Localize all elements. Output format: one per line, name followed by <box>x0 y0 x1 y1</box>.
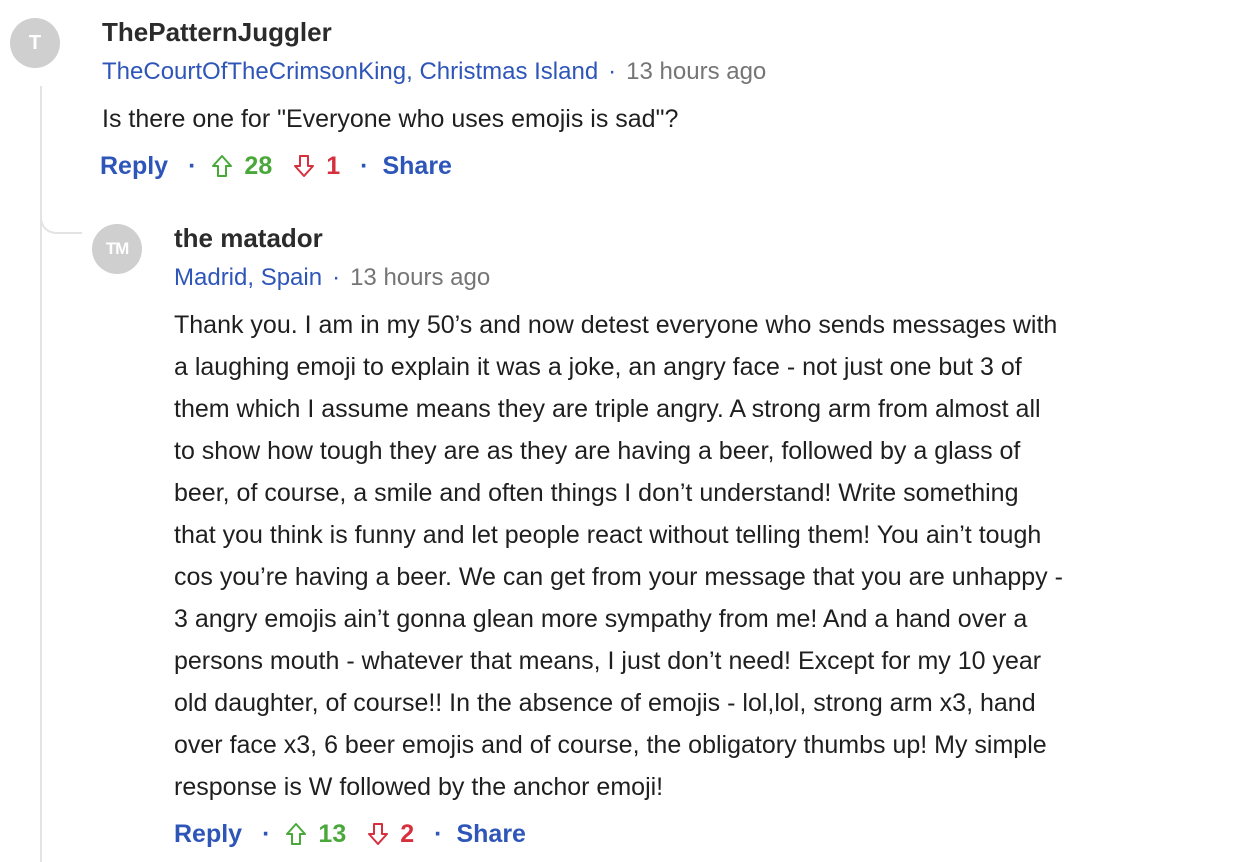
comment-text-line: that you think is funny and let people r… <box>174 521 1042 549</box>
action-separator: · <box>188 152 197 180</box>
reply-connector <box>40 190 82 234</box>
comment-meta: Madrid, Spain · 13 hours ago <box>174 258 1236 298</box>
comment-text-line: to show how tough they are as they are h… <box>174 437 1021 465</box>
author-location[interactable]: TheCourtOfTheCrimsonKing, Christmas Isla… <box>102 58 598 85</box>
share-button[interactable]: Share <box>382 146 451 186</box>
comment-text-line: response is W followed by the anchor emo… <box>174 773 664 801</box>
avatar[interactable]: TM <box>92 224 142 274</box>
upvote-button[interactable]: 28 <box>210 146 272 186</box>
downvote-count: 2 <box>400 820 415 848</box>
arrow-down-icon <box>294 155 315 177</box>
author-name[interactable]: ThePatternJuggler <box>102 12 902 52</box>
action-separator: · <box>262 820 271 848</box>
comment-text-line: persons mouth - whatever that means, I j… <box>174 647 1042 675</box>
comment-body: ThePatternJuggler TheCourtOfTheCrimsonKi… <box>100 12 902 186</box>
comment-text-line: beer, of course, a smile and often thing… <box>174 479 1019 507</box>
comment-text-line: Is there one for "Everyone who uses emoj… <box>102 105 679 133</box>
upvote-count: 13 <box>318 820 347 848</box>
author-location[interactable]: Madrid, Spain <box>174 264 322 291</box>
comment-text: Is there one for "Everyone who uses emoj… <box>102 98 902 140</box>
comment-meta: TheCourtOfTheCrimsonKing, Christmas Isla… <box>102 52 902 92</box>
arrow-down-icon <box>368 823 389 845</box>
downvote-count: 1 <box>326 152 341 180</box>
comment-actions: Reply · 13 2 · Share <box>174 814 1236 854</box>
timestamp: 13 hours ago <box>626 58 767 85</box>
meta-separator: · <box>332 264 341 291</box>
comment-text: Thank you. I am in my 50’s and now detes… <box>174 304 1236 808</box>
comment-body: the matador Madrid, Spain · 13 hours ago T… <box>174 218 1236 854</box>
comment-text-line: Thank you. I am in my 50’s and now detes… <box>174 311 1058 339</box>
comment-text-line: old daughter, of course!! In the absence… <box>174 689 1036 717</box>
comment-text-line: over face x3, 6 beer emojis and of cours… <box>174 731 1047 759</box>
timestamp: 13 hours ago <box>350 264 491 291</box>
reply-button[interactable]: Reply <box>174 814 242 854</box>
reply-button[interactable]: Reply <box>100 146 168 186</box>
arrow-up-icon <box>286 823 307 845</box>
arrow-up-icon <box>212 155 233 177</box>
downvote-button[interactable]: 1 <box>292 146 340 186</box>
action-separator: · <box>434 820 443 848</box>
upvote-count: 28 <box>244 152 273 180</box>
comment-actions: Reply · 28 1 · Share <box>100 146 902 186</box>
avatar[interactable]: T <box>10 18 60 68</box>
comment-text-line: cos you’re having a beer. We can get fro… <box>174 563 1063 591</box>
author-name[interactable]: the matador <box>174 218 1236 258</box>
action-separator: · <box>360 152 369 180</box>
downvote-button[interactable]: 2 <box>366 814 414 854</box>
comment-text-line: 3 angry emojis ain’t gonna glean more sy… <box>174 605 1028 633</box>
share-button[interactable]: Share <box>456 814 525 854</box>
upvote-button[interactable]: 13 <box>284 814 346 854</box>
comment-text-line: a laughing emoji to explain it was a jok… <box>174 353 1022 381</box>
comment-text-line: them which I assume means they are tripl… <box>174 395 1041 423</box>
meta-separator: · <box>608 58 617 85</box>
